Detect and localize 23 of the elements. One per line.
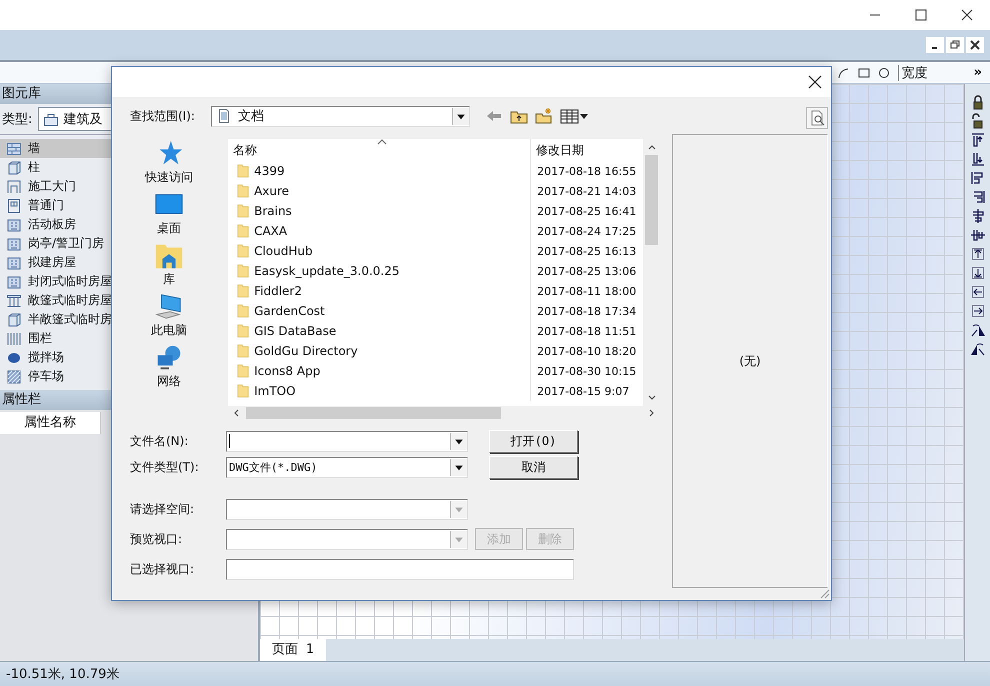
column-header: 属性名称 — [0, 412, 101, 434]
selected-viewport-label: 已选择视口: — [130, 560, 196, 578]
space-label: 请选择空间: — [130, 500, 196, 518]
width-label: 宽度 — [902, 64, 928, 82]
modified-date: 2017-08-24 17:25 — [536, 224, 636, 238]
modified-date: 2017-08-25 16:13 — [536, 244, 636, 258]
preview-placeholder: (无) — [739, 352, 761, 370]
coordinates-readout: -10.51米, 10.79米 — [6, 666, 120, 683]
modified-date: 2017-08-18 16:55 — [536, 164, 636, 178]
modified-date: 2017-08-30 10:15 — [536, 364, 636, 378]
modified-date: 2017-08-18 17:34 — [536, 304, 636, 318]
modified-date: 2017-08-18 11:51 — [536, 324, 636, 338]
type-label: 类型: — [2, 111, 32, 128]
modified-date: 2017-08-15 9:07 — [536, 384, 630, 398]
preview-viewport-label: 预览视口: — [130, 530, 184, 548]
file-type-label: 文件类型(T): — [130, 458, 200, 476]
modified-date: 2017-08-25 13:06 — [536, 264, 636, 278]
look-in-label: 查找范围(I): — [130, 108, 196, 124]
modified-date: 2017-08-25 16:41 — [536, 204, 636, 218]
modified-date: 2017-08-21 14:03 — [536, 184, 636, 198]
file-name-label: 文件名(N): — [130, 432, 190, 450]
modified-date: 2017-08-11 18:00 — [536, 284, 636, 298]
modified-date: 2017-08-10 18:20 — [536, 344, 636, 358]
